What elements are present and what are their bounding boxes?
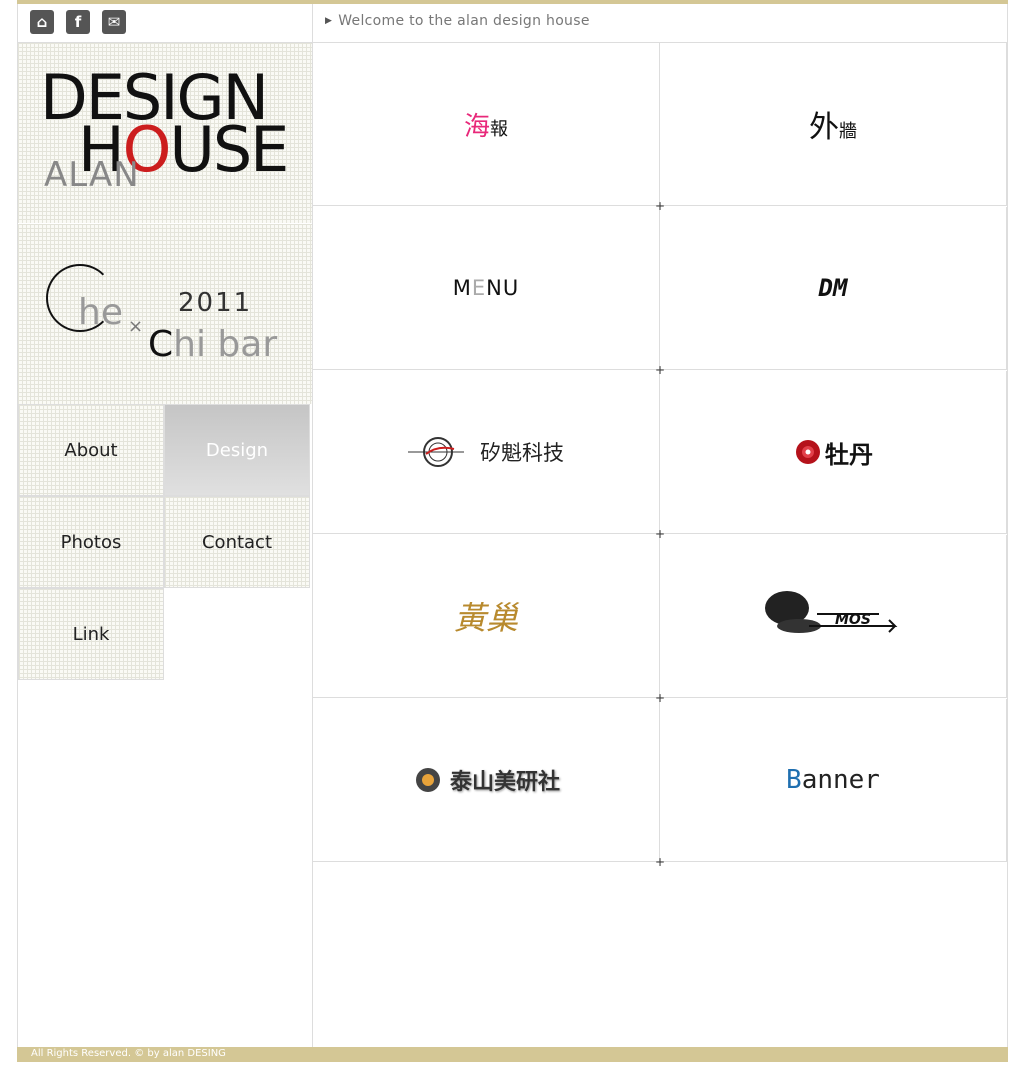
banner-he-text: he — [78, 292, 123, 333]
peony-flower-icon — [796, 440, 820, 464]
wall-label: 外牆 — [809, 110, 857, 145]
design-item-siwei[interactable]: 矽魁科技 — [313, 371, 660, 534]
grid-cross-mark: + — [655, 199, 666, 213]
dm-label: DM — [818, 274, 848, 302]
menu-label: MENU — [452, 276, 520, 300]
design-item-huangchao[interactable]: 黃巢 — [313, 535, 660, 698]
footer-bar: All Rights Reserved. © by alan DESING — [17, 1047, 1008, 1062]
top-accent-line — [17, 0, 1008, 4]
nav-design[interactable]: Design — [164, 404, 310, 496]
huangchao-label: 黃巢 — [453, 599, 518, 637]
design-item-wall[interactable]: 外牆 — [660, 43, 1007, 206]
design-item-poster[interactable]: 海報 — [313, 43, 660, 206]
social-icons: ⌂ f ✉ — [30, 10, 126, 34]
mos-label: MOS — [835, 612, 871, 628]
frame-right-border — [1007, 4, 1008, 1047]
siwei-label: 矽魁科技 — [480, 441, 564, 465]
top-hat-icon: MOS — [765, 591, 898, 633]
grid-cross-mark: + — [655, 527, 666, 541]
design-item-menu[interactable]: MENU — [313, 207, 660, 370]
nav-link[interactable]: Link — [18, 588, 164, 680]
banner-label: Banner — [786, 765, 880, 795]
taishan-label: 泰山美研社 — [449, 769, 560, 795]
site-logo[interactable]: DESIGN HOUSE ALAN — [18, 43, 312, 223]
che-chi-bar-banner[interactable]: he × 2011 Chi bar — [18, 224, 312, 404]
grid-cross-mark: + — [655, 855, 666, 869]
home-icon[interactable]: ⌂ — [30, 10, 54, 34]
taishan-logo-icon — [415, 768, 440, 792]
banner-chi-bar-text: Chi bar — [148, 324, 278, 365]
design-item-banner[interactable]: Banner — [660, 699, 1007, 862]
welcome-bar: ▶ Welcome to the alan design house — [325, 13, 590, 29]
nav-contact[interactable]: Contact — [164, 496, 310, 588]
facebook-icon[interactable]: f — [66, 10, 90, 34]
logo-alan-text: ALAN — [44, 155, 140, 195]
nav-about[interactable]: About — [18, 404, 164, 496]
mudan-label: 牡丹 — [825, 439, 873, 469]
banner-x-text: × — [128, 316, 144, 337]
arrow-icon: ▶ — [325, 16, 333, 26]
welcome-text: Welcome to the alan design house — [338, 13, 590, 29]
nav-photos[interactable]: Photos — [18, 496, 164, 588]
design-item-taishan[interactable]: 泰山美研社 — [313, 699, 660, 862]
mail-icon[interactable]: ✉ — [102, 10, 126, 34]
design-item-mudan[interactable]: 牡丹 — [660, 371, 1007, 534]
siwei-logo-icon — [408, 437, 464, 467]
banner-year: 2011 — [178, 288, 253, 318]
poster-label: 海報 — [463, 111, 508, 142]
grid-cross-mark: + — [655, 691, 666, 705]
design-item-mos[interactable]: MOS — [660, 535, 1007, 698]
grid-cross-mark: + — [655, 363, 666, 377]
copyright-text: All Rights Reserved. © by alan DESING — [31, 1048, 226, 1059]
design-item-dm[interactable]: DM — [660, 207, 1007, 370]
